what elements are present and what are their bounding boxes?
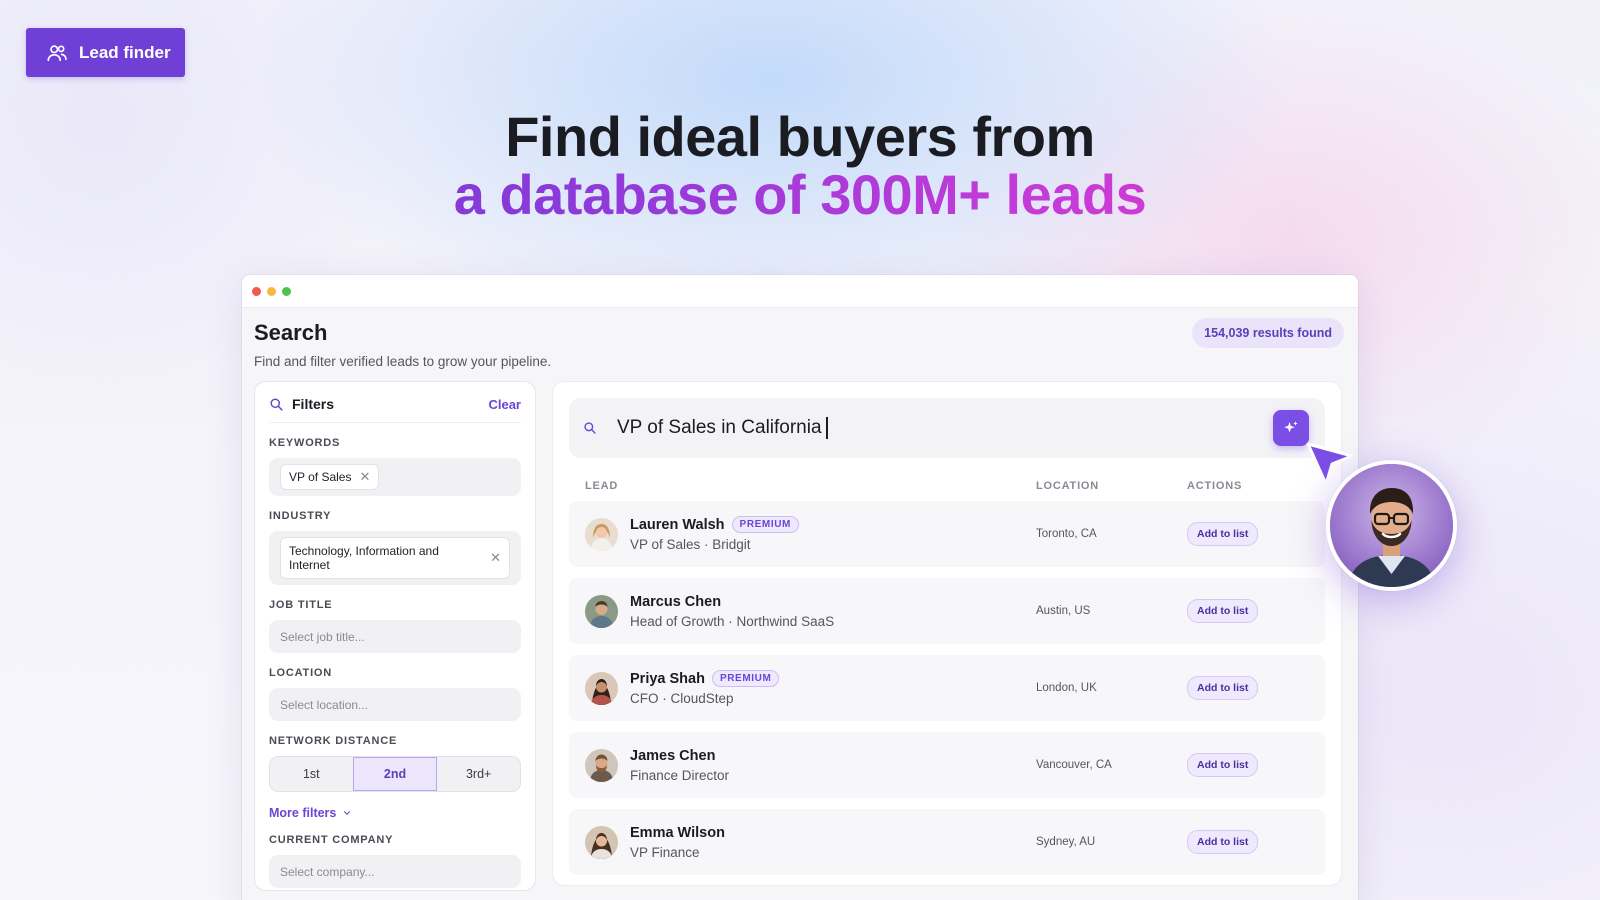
premium-badge: PREMIUM	[731, 516, 799, 533]
lead-location: Austin, US	[1036, 605, 1091, 617]
avatar	[585, 825, 618, 859]
keyword-chip-label: VP of Sales	[289, 470, 352, 484]
keywords-label: KEYWORDS	[269, 437, 341, 449]
headline-line-2: a database of 300M+ leads	[0, 166, 1600, 224]
lead-name[interactable]: James Chen	[630, 748, 715, 764]
industry-chip: Technology, Information and Internet ✕	[280, 537, 510, 579]
more-filters-label: More filters	[269, 806, 337, 820]
table-row[interactable]: James Chen Finance Director Vancouver, C…	[569, 732, 1325, 798]
sparkle-icon	[1284, 421, 1298, 433]
chevron-down-icon	[344, 811, 351, 816]
results-count-badge: 154,039 results found	[1192, 318, 1344, 348]
search-icon	[270, 397, 283, 411]
avatar	[585, 671, 618, 705]
network-option-3rd[interactable]: 3rd+	[437, 757, 520, 791]
lead-role: Head of Growth · Northwind SaaS	[630, 613, 835, 629]
table-header: LEAD LOCATION ACTIONS	[569, 458, 1325, 501]
lead-location: Vancouver, CA	[1036, 759, 1112, 771]
results-panel: VP of Sales in California LEAD LOCATION …	[552, 381, 1342, 886]
add-to-list-button[interactable]: Add to list	[1187, 676, 1259, 700]
lead-role: VP Finance	[630, 844, 700, 860]
table-row[interactable]: Lauren Walsh PREMIUM VP of Sales · Bridg…	[569, 501, 1325, 567]
lead-name[interactable]: Lauren Walsh	[630, 517, 725, 533]
job-title-label: JOB TITLE	[269, 599, 333, 611]
col-location: LOCATION	[1036, 480, 1100, 492]
search-icon	[584, 422, 596, 434]
close-window-dot[interactable]	[252, 286, 261, 296]
lead-location: London, UK	[1036, 682, 1097, 694]
lead-finder-label: Lead finder	[79, 42, 171, 62]
keywords-field[interactable]: VP of Sales ✕	[269, 458, 521, 496]
network-distance-label: NETWORK DISTANCE	[269, 735, 398, 747]
job-title-select[interactable]: Select job title...	[269, 620, 521, 653]
app-window: Search Find and filter verified leads to…	[242, 275, 1358, 900]
add-to-list-button[interactable]: Add to list	[1187, 830, 1259, 854]
search-input[interactable]: VP of Sales in California	[569, 398, 1325, 458]
lead-role: Finance Director	[630, 767, 730, 783]
add-to-list-button[interactable]: Add to list	[1187, 599, 1259, 623]
lead-role: VP of Sales · Bridgit	[630, 537, 751, 552]
industry-chip-label: Technology, Information and Internet	[289, 544, 439, 572]
table-row[interactable]: Emma Wilson VP Finance Sydney, AU Add to…	[569, 809, 1325, 875]
keyword-chip: VP of Sales ✕	[280, 464, 380, 490]
remove-keyword-icon[interactable]: ✕	[359, 469, 370, 485]
network-distance-toggle: 1st 2nd 3rd+	[269, 756, 521, 792]
lead-name[interactable]: Marcus Chen	[630, 594, 721, 610]
col-lead: LEAD	[585, 480, 619, 492]
col-actions: ACTIONS	[1187, 480, 1243, 492]
page-title: Search	[254, 320, 328, 345]
clear-filters-button[interactable]: Clear	[488, 397, 521, 412]
add-to-list-button[interactable]: Add to list	[1187, 522, 1259, 546]
page-subtitle: Find and filter verified leads to grow y…	[254, 354, 552, 369]
avatar	[585, 517, 618, 551]
minimize-window-dot[interactable]	[267, 286, 276, 296]
search-query: VP of Sales in California	[617, 416, 828, 439]
table-row[interactable]: Priya Shah PREMIUM CFO · CloudStep Londo…	[569, 655, 1325, 721]
headline-line-1: Find ideal buyers from	[505, 105, 1095, 168]
hero-headline: Find ideal buyers from a database of 300…	[0, 108, 1600, 224]
text-caret	[825, 416, 828, 439]
current-company-label: CURRENT COMPANY	[269, 834, 394, 846]
lead-finder-button[interactable]: Lead finder	[26, 28, 185, 77]
filters-header: Filters Clear	[269, 396, 521, 423]
lead-location: Toronto, CA	[1036, 528, 1097, 540]
table-row[interactable]: Marcus Chen Head of Growth · Northwind S…	[569, 578, 1325, 644]
lead-role: CFO · CloudStep	[630, 691, 734, 706]
network-option-1st[interactable]: 1st	[270, 757, 353, 791]
filters-panel: Filters Clear KEYWORDS VP of Sales ✕ IND…	[254, 381, 536, 891]
window-titlebar	[242, 275, 1358, 308]
featured-lead-avatar	[1326, 460, 1457, 591]
premium-badge: PREMIUM	[711, 670, 780, 687]
location-select[interactable]: Select location...	[269, 688, 521, 721]
avatar	[585, 594, 618, 628]
location-label: LOCATION	[269, 667, 333, 679]
maximize-window-dot[interactable]	[282, 286, 291, 296]
more-filters-link[interactable]: More filters	[269, 806, 521, 820]
lead-name[interactable]: Priya Shah	[630, 671, 705, 687]
remove-industry-icon[interactable]: ✕	[490, 551, 501, 565]
filters-title: Filters	[292, 396, 335, 412]
add-to-list-button[interactable]: Add to list	[1187, 753, 1259, 777]
avatar	[585, 748, 618, 782]
search-query-text: VP of Sales in California	[617, 417, 822, 438]
network-option-2nd[interactable]: 2nd	[352, 757, 438, 791]
lead-location: Sydney, AU	[1036, 836, 1096, 848]
page-header: Search Find and filter verified leads to…	[254, 320, 551, 369]
industry-field[interactable]: Technology, Information and Internet ✕	[269, 531, 521, 585]
industry-label: INDUSTRY	[269, 510, 332, 522]
users-icon	[47, 44, 67, 61]
lead-name[interactable]: Emma Wilson	[630, 825, 725, 841]
current-company-select[interactable]: Select company...	[269, 855, 521, 888]
